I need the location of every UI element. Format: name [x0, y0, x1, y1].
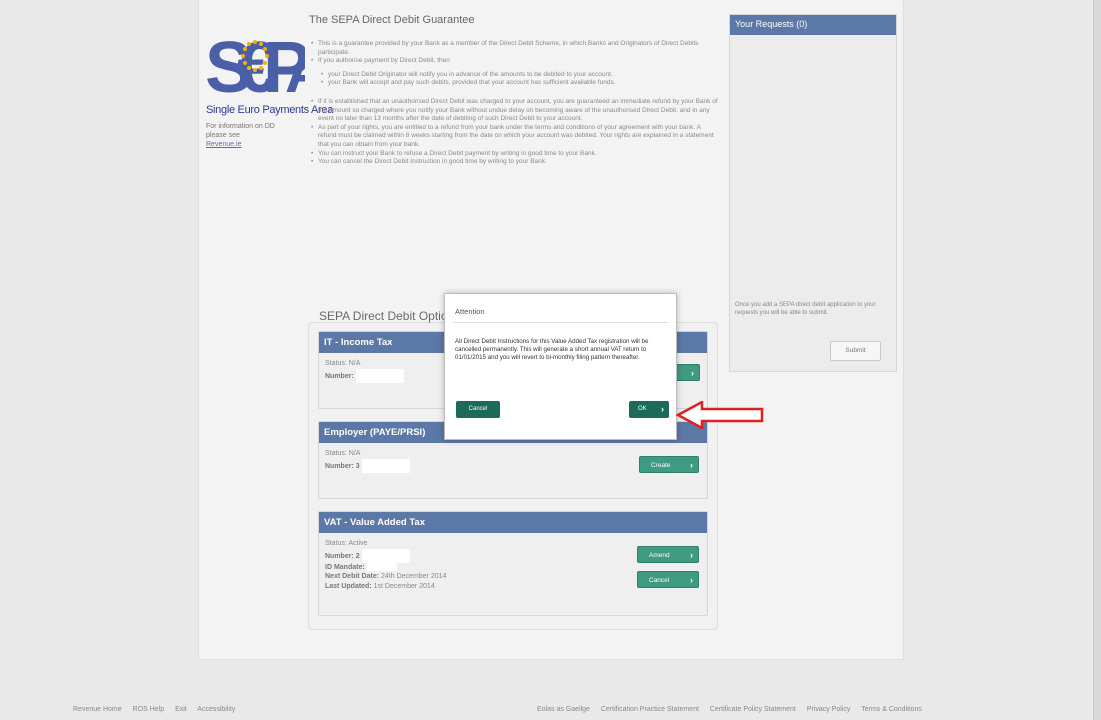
footer-link[interactable]: Certificate Policy Statement [710, 706, 796, 713]
requests-help: Once you add a SEPA direct debit applica… [735, 302, 876, 316]
next-debit-value: 24th December 2014 [381, 573, 447, 580]
dialog-divider [453, 322, 668, 323]
amend-button[interactable]: Amend › [637, 546, 699, 563]
status-value: N/A [348, 450, 361, 457]
dialog-message: All Direct Debit Instructions for this V… [455, 338, 649, 361]
amend-button-label: Amend [649, 552, 670, 559]
footer-link[interactable]: Eolas as Gaeilge [537, 706, 590, 713]
number-value: 2 [355, 552, 360, 560]
last-updated-value: 1st December 2014 [373, 582, 435, 590]
options-title: SEPA Direct Debit Options [319, 309, 449, 323]
guarantee-subitem: your Direct Debit Originator will notify… [310, 71, 720, 80]
guarantee-item: If you authorise payment by Direct Debit… [310, 57, 720, 66]
redacted-number [361, 548, 410, 563]
footer-link[interactable]: Revenue Home [73, 706, 122, 713]
status-label: Status: [325, 360, 347, 367]
guarantee-list: This is a guarantee provided by your Ban… [310, 40, 720, 167]
scrollbar[interactable] [1093, 0, 1101, 720]
number-label: Number: [325, 552, 354, 560]
vat-cancel-button-label: Cancel [649, 577, 670, 584]
submit-button[interactable]: Submit [830, 341, 881, 361]
footer-left-links: Revenue Home ROS Help Exit Accessibility [73, 706, 244, 713]
guarantee-item: You can cancel the Direct Debit Instruct… [310, 158, 720, 167]
guarantee-item: As part of your rights, you are entitled… [310, 124, 720, 150]
number-value: 3 [355, 462, 360, 470]
footer-link[interactable]: Terms & Conditions [861, 706, 922, 713]
status-label: Status: [325, 540, 347, 547]
number-label: Number: [325, 372, 354, 380]
status-label: Status: [325, 450, 347, 457]
svg-text:A: A [285, 38, 305, 105]
dd-info-line1: For information on DD [206, 123, 275, 130]
dialog-title: Attention [455, 307, 485, 316]
dd-info-line2: please see [206, 132, 240, 139]
redacted-mandate [366, 562, 397, 571]
next-debit-label: Next Debit Date: [325, 573, 380, 580]
create-button[interactable]: Create › [639, 456, 699, 473]
mandate-label: ID Mandate: [325, 563, 365, 571]
chevron-right-icon: › [691, 368, 694, 378]
chevron-right-icon: › [690, 550, 693, 560]
guarantee-subitem: your Bank will accept and pay such debit… [310, 79, 720, 88]
dialog-ok-button[interactable]: OK › [629, 401, 669, 418]
income-tax-action-button[interactable]: › [676, 364, 700, 381]
footer-link[interactable]: Accessibility [197, 706, 235, 713]
status-value: Active [348, 540, 368, 547]
vat-cancel-button[interactable]: Cancel › [637, 571, 699, 588]
footer-link[interactable]: ROS Help [133, 706, 165, 713]
attention-dialog: Attention All Direct Debit Instructions … [444, 293, 677, 440]
guarantee-item: This is a guarantee provided by your Ban… [310, 40, 720, 57]
dialog-cancel-button[interactable]: Cancel [456, 401, 500, 418]
requests-panel: Your Requests (0) Once you add a SEPA di… [729, 14, 897, 372]
revenue-link[interactable]: Revenue.ie [206, 140, 276, 149]
chevron-right-icon: › [690, 460, 693, 470]
footer-right-links: Eolas as Gaeilge Certification Practice … [537, 706, 931, 713]
chevron-right-icon: › [690, 575, 693, 585]
redacted-number [355, 368, 404, 383]
dialog-ok-label: OK [638, 406, 647, 412]
footer-link[interactable]: Exit [175, 706, 187, 713]
guarantee-title: The SEPA Direct Debit Guarantee [309, 14, 475, 26]
dd-info: For information on DD please see Revenue… [206, 122, 276, 149]
last-updated-label: Last Updated: [325, 582, 372, 590]
redacted-number [361, 458, 410, 473]
create-button-label: Create [651, 462, 671, 469]
footer-link[interactable]: Privacy Policy [807, 706, 851, 713]
vat-title: VAT - Value Added Tax [319, 512, 707, 533]
guarantee-item: If it is established that an unauthorise… [310, 98, 720, 124]
requests-title: Your Requests (0) [730, 15, 896, 35]
number-label: Number: [325, 462, 354, 470]
annotation-arrow-icon [676, 401, 764, 429]
guarantee-item: You can instruct your Bank to refuse a D… [310, 150, 720, 159]
chevron-right-icon: › [661, 404, 664, 414]
footer-link[interactable]: Certification Practice Statement [601, 706, 699, 713]
status-value: N/A [348, 360, 361, 367]
